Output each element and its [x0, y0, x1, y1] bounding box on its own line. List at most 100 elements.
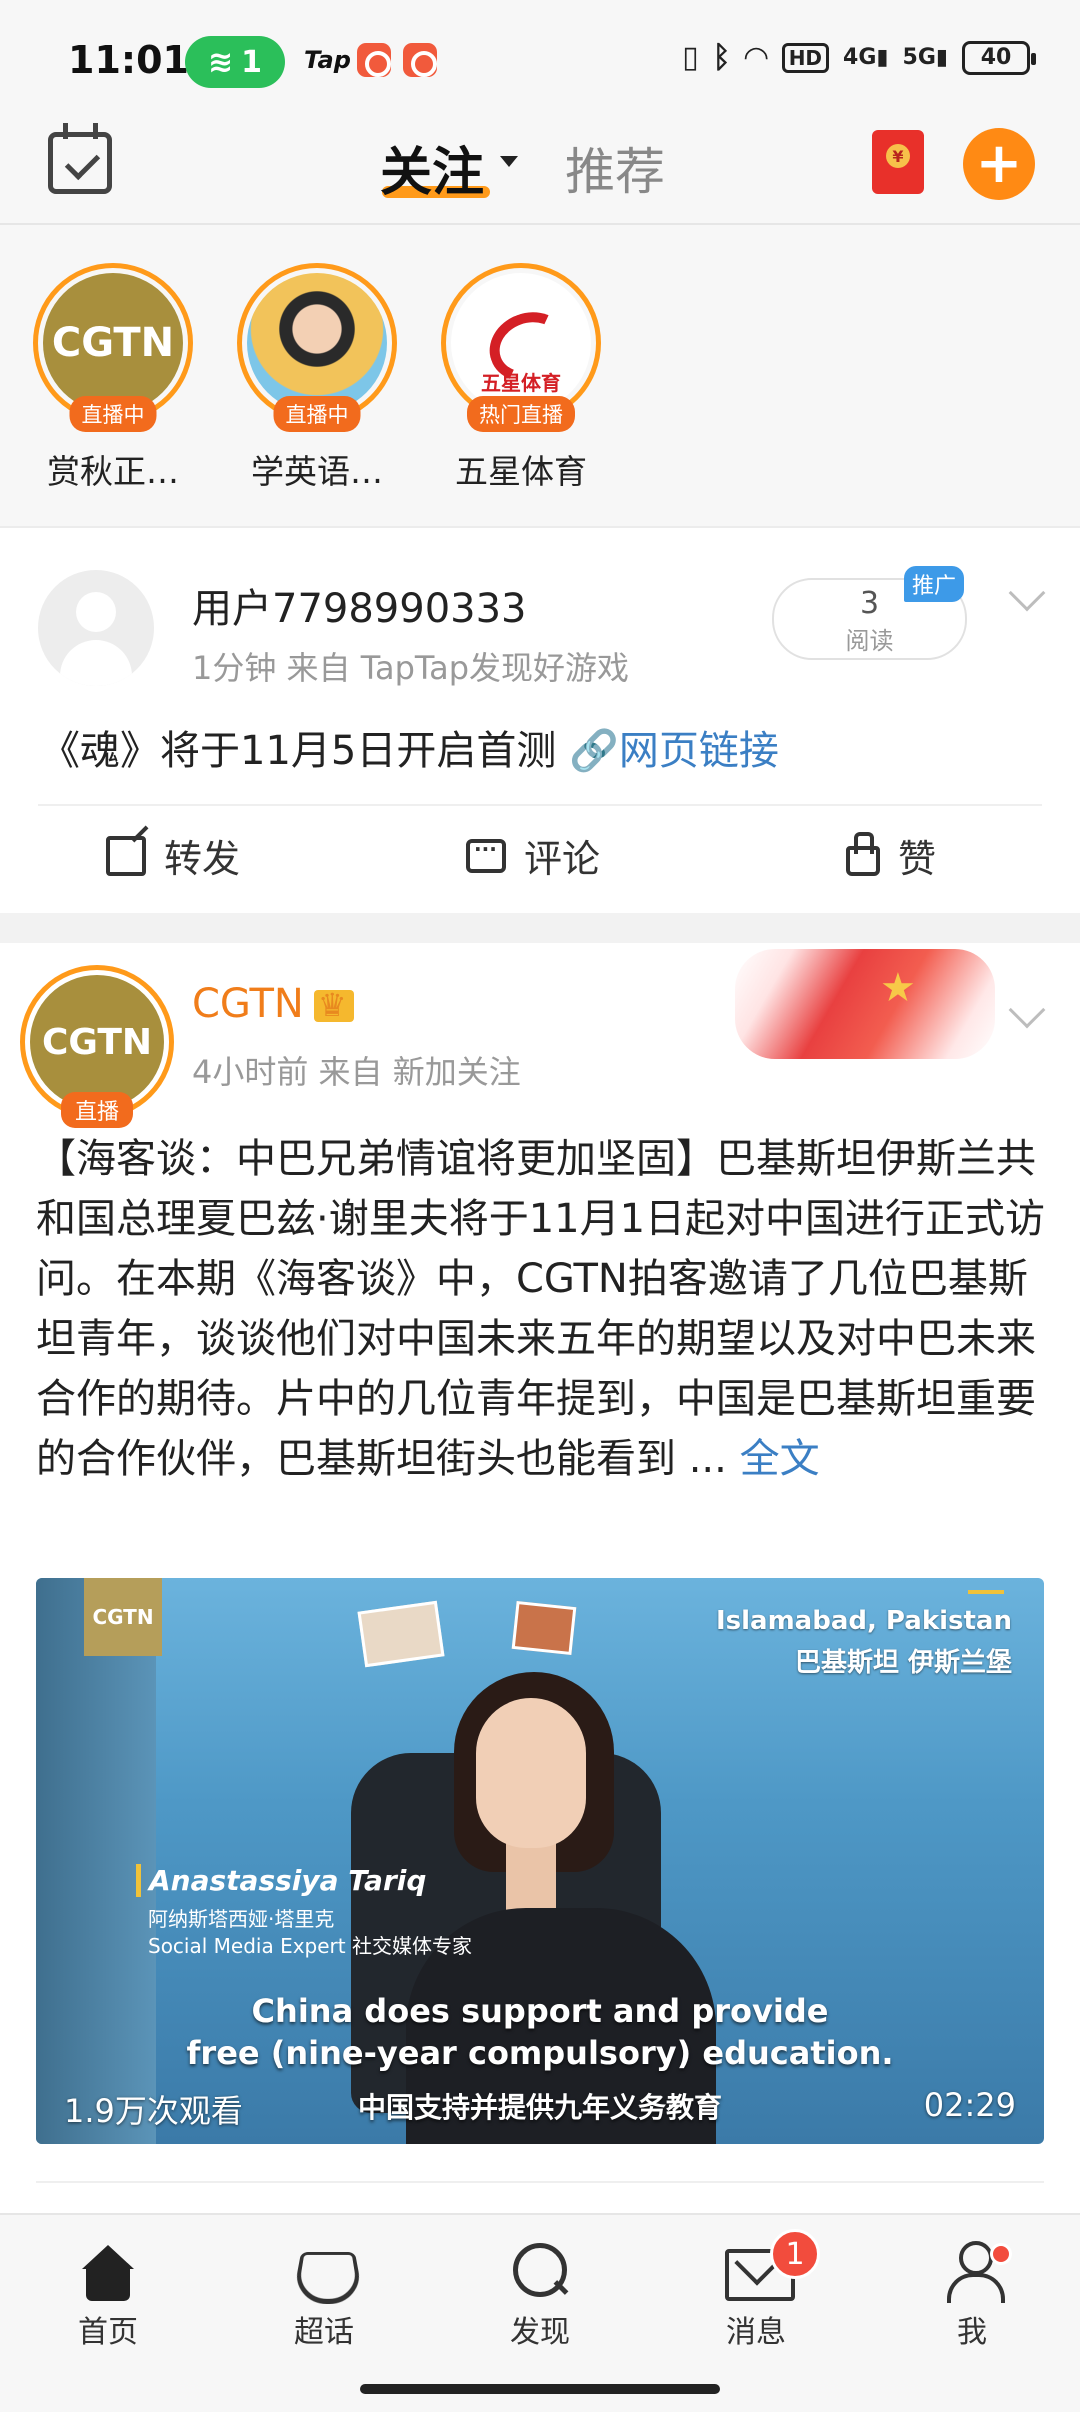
feed-post: 用户7798990333 1分钟 来自 TapTap发现好游戏 3 阅读 推广 …: [0, 528, 1080, 913]
sport-logo-icon: [481, 313, 561, 373]
video-location-en: Islamabad, Pakistan: [715, 1606, 1012, 1636]
nav-label: 发现: [510, 2315, 570, 2350]
nav-home[interactable]: 首页: [38, 2239, 178, 2351]
post-text: 【海客谈：中巴兄弟情谊将更加坚固】巴基斯坦伊斯兰共和国总理夏巴兹·谢里夫将于11…: [36, 1136, 1046, 1482]
nav-super-topic[interactable]: 超话: [254, 2239, 394, 2351]
read-label: 阅读: [845, 627, 894, 655]
wall-photo: [357, 1600, 445, 1668]
live-badge: 直播中: [69, 396, 157, 432]
nav-me[interactable]: 我: [902, 2239, 1042, 2351]
live-ring: 五星体育 热门直播: [441, 263, 601, 432]
status-bar: 11:01 ≋ 1 Tap ▯ ᛒ ◠ HD 4G▮ 5G▮ 40: [0, 0, 1080, 120]
speaker-name-cn: 阿纳斯塔西娅·塔里克: [148, 1907, 335, 1931]
post-meta: 4小时前 来自 新加关注: [192, 1053, 521, 1091]
vibrate-icon: ▯: [682, 40, 699, 75]
compose-button[interactable]: +: [963, 128, 1035, 200]
decorative-banner: [735, 949, 995, 1059]
battery-icon: 40: [962, 40, 1036, 75]
battery-level: 40: [980, 45, 1012, 70]
avatar[interactable]: CGTN 直播: [20, 965, 174, 1128]
tab-recommend[interactable]: 推荐: [565, 132, 665, 204]
repost-button[interactable]: 转发: [106, 828, 240, 883]
nav-label: 首页: [78, 2315, 138, 2350]
post-username[interactable]: 用户7798990333: [192, 576, 527, 634]
video-subtitle: free (nine-year compulsory) education.: [186, 2034, 894, 2072]
top-header: 关注 推荐 +: [0, 120, 1080, 225]
comment-label: 评论: [524, 837, 601, 881]
diamond-icon: [293, 2239, 355, 2301]
live-avatar-strip: CGTN 直播中 赏秋正… 直播中 学英语… 五星体育 热门直播 五星体育: [0, 225, 1080, 528]
comment-button[interactable]: 评论: [466, 828, 600, 883]
speaker-role: Social Media Expert 社交媒体专家: [148, 1934, 472, 1958]
nav-discover[interactable]: 发现: [470, 2239, 610, 2351]
hotspot-count: 1: [241, 44, 262, 80]
app-notification-icon: [403, 43, 437, 77]
feed-post: CGTN 直播 CGTN 4小时前 来自 新加关注 ★ 【海客谈：中巴兄弟情谊将…: [0, 943, 1080, 2213]
app-notification-icon: [357, 43, 391, 77]
chevron-down-icon[interactable]: [1008, 991, 1046, 1029]
video-location-cn: 巴基斯坦 伊斯兰堡: [794, 1648, 1012, 1678]
bottom-navigation: 首页 超话 发现 消息 我 1: [0, 2213, 1080, 2412]
signal-5g-icon: 5G▮: [902, 45, 948, 70]
status-icons: ▯ ᛒ ◠ HD 4G▮ 5G▮ 40: [682, 40, 1036, 75]
divider: [36, 2181, 1044, 2183]
username-text: CGTN: [192, 981, 304, 1027]
red-packet-icon[interactable]: [872, 130, 924, 194]
bluetooth-icon: ᛒ: [712, 40, 731, 75]
thumbs-up-icon: [846, 831, 880, 876]
location-accent: [968, 1590, 1004, 1594]
live-item[interactable]: CGTN 直播中 赏秋正…: [28, 263, 198, 493]
hd-icon: HD: [781, 42, 830, 73]
link-icon[interactable]: 🔗: [569, 728, 619, 774]
post-username[interactable]: CGTN: [192, 981, 354, 1027]
video-view-count: 1.9万次观看: [64, 2092, 243, 2130]
live-ring: 直播中: [237, 263, 397, 432]
nav-label: 消息: [726, 2315, 786, 2350]
video-subtitle: China does support and provide: [251, 1992, 829, 2030]
calendar-check-icon[interactable]: [48, 123, 112, 194]
speaker-name: Anastassiya Tariq: [136, 1864, 426, 1897]
live-badge: 热门直播: [467, 396, 575, 432]
repost-label: 转发: [164, 837, 241, 881]
wifi-hotspot-icon: ≋: [207, 44, 234, 80]
full-text-link[interactable]: 全文: [740, 1436, 820, 1482]
wall-photo: [511, 1600, 577, 1656]
video-duration: 02:29: [923, 2086, 1016, 2124]
live-badge: 直播: [60, 1092, 134, 1128]
cgtn-avatar-image: CGTN: [30, 975, 164, 1109]
post-content: 【海客谈：中巴兄弟情谊将更加坚固】巴基斯坦伊斯兰共和国总理夏巴兹·谢里夫将于11…: [36, 1129, 1046, 1489]
live-item[interactable]: 直播中 学英语…: [232, 263, 402, 493]
avatar: CGTN: [43, 273, 183, 413]
avatar: [247, 273, 387, 413]
like-button[interactable]: 赞: [846, 828, 936, 883]
chevron-down-icon[interactable]: [1008, 574, 1046, 612]
tab-follow[interactable]: 关注: [380, 130, 484, 205]
signal-4g-icon: 4G▮: [843, 45, 889, 70]
divider: [38, 804, 1042, 806]
like-label: 赞: [898, 837, 937, 881]
home-icon: [78, 2245, 138, 2301]
chevron-down-icon[interactable]: [500, 156, 518, 167]
live-item[interactable]: 五星体育 热门直播 五星体育: [436, 263, 606, 493]
live-name: 五星体育: [455, 452, 587, 491]
avatar[interactable]: [38, 570, 154, 686]
promo-badge: 推广: [904, 566, 965, 602]
web-link[interactable]: 网页链接: [619, 728, 779, 774]
cgtn-watermark: CGTN: [84, 1578, 162, 1656]
share-icon: [106, 835, 146, 876]
signal-5g-label: 5G: [902, 45, 936, 70]
post-content: 《魂》将于11月5日开启首测 🔗网页链接: [40, 718, 779, 776]
avatar: 五星体育: [451, 273, 591, 413]
search-icon: [509, 2239, 571, 2301]
home-indicator[interactable]: [360, 2384, 720, 2394]
live-name: 学英语…: [251, 452, 383, 491]
live-badge: 直播中: [273, 396, 361, 432]
notification-dot: [990, 2243, 1012, 2265]
feed-separator: [0, 913, 1080, 943]
live-ring: CGTN 直播中: [33, 263, 193, 432]
signal-4g-label: 4G: [843, 45, 877, 70]
status-time: 11:01: [68, 38, 189, 82]
sport-logo-text: 五星体育: [481, 371, 561, 395]
video-player[interactable]: CGTN Islamabad, Pakistan 巴基斯坦 伊斯兰堡 Anast…: [36, 1578, 1044, 2144]
comment-icon: [466, 837, 506, 873]
